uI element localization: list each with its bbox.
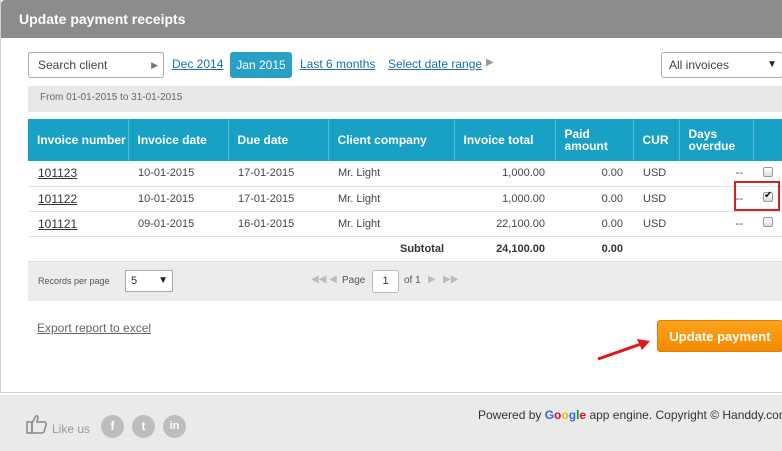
caret-down-icon: ▼ bbox=[158, 275, 168, 286]
table-row: 101121 09-01-2015 16-01-2015 Mr. Light 2… bbox=[28, 211, 782, 237]
subtotal-total: 24,100.00 bbox=[496, 242, 545, 255]
overdue-cell: -- bbox=[679, 211, 753, 237]
google-logo: Google bbox=[544, 408, 587, 422]
chevron-right-icon: ▶ bbox=[151, 60, 158, 70]
period-dec-2014[interactable]: Dec 2014 bbox=[172, 57, 223, 71]
payment-panel: Update payment receipts Search client ▶ … bbox=[0, 0, 782, 393]
table-row: 101123 10-01-2015 17-01-2015 Mr. Light 1… bbox=[28, 161, 782, 187]
select-date-range-link[interactable]: Select date range bbox=[388, 57, 482, 71]
currency-cell: USD bbox=[633, 211, 679, 237]
powered-suffix: app engine. Copyright © Handdy.com bbox=[586, 408, 782, 422]
subtotal-label: Subtotal bbox=[400, 242, 444, 255]
records-per-page-select[interactable]: 5 ▼ bbox=[125, 270, 173, 292]
header-invoice-number[interactable]: Invoice number bbox=[28, 119, 129, 161]
paid-cell: 0.00 bbox=[555, 186, 633, 212]
subtotal-row: Subtotal 24,100.00 0.00 bbox=[28, 236, 782, 261]
invoice-date-cell: 09-01-2015 bbox=[128, 211, 228, 237]
table-header-row: Invoice number Invoice date Due date Cli… bbox=[28, 119, 782, 161]
thumbs-up-icon[interactable] bbox=[26, 414, 48, 434]
header-paid-amount[interactable]: Paid amount bbox=[555, 119, 634, 161]
total-cell: 1,000.00 bbox=[454, 186, 555, 212]
paid-cell: 0.00 bbox=[555, 161, 633, 187]
records-per-page-value: 5 bbox=[131, 275, 138, 287]
twitter-icon[interactable]: t bbox=[132, 415, 155, 438]
subtotal-paid: 0.00 bbox=[601, 242, 623, 255]
invoice-filter-select[interactable]: All invoices ▼ bbox=[661, 52, 782, 78]
search-client-label: Search client bbox=[38, 58, 108, 72]
client-cell: Mr. Light bbox=[328, 186, 454, 212]
client-cell: Mr. Light bbox=[328, 161, 454, 187]
last-page-icon[interactable]: ▶▶ bbox=[443, 274, 458, 285]
toolbar: Search client ▶ Dec 2014 Jan 2015 Last 6… bbox=[28, 52, 782, 78]
first-page-icon[interactable]: ◀◀ bbox=[311, 274, 326, 285]
pagination-bar: Records per page 5 ▼ ◀◀ ◀ Page 1 of 1 ▶ … bbox=[28, 261, 782, 301]
powered-by-text: Powered by Google app engine. Copyright … bbox=[478, 408, 782, 422]
table-row: 101122 10-01-2015 17-01-2015 Mr. Light 1… bbox=[28, 186, 782, 212]
page-input[interactable]: 1 bbox=[372, 270, 399, 293]
invoice-link[interactable]: 101122 bbox=[38, 192, 77, 206]
total-cell: 22,100.00 bbox=[454, 211, 555, 237]
powered-prefix: Powered by bbox=[478, 408, 545, 422]
update-payment-button[interactable]: Update payment bbox=[657, 320, 782, 352]
due-date-cell: 16-01-2015 bbox=[228, 211, 328, 237]
due-date-cell: 17-01-2015 bbox=[228, 186, 328, 212]
due-date-cell: 17-01-2015 bbox=[228, 161, 328, 187]
currency-cell: USD bbox=[633, 186, 679, 212]
header-days-overdue[interactable]: Days overdue bbox=[679, 119, 754, 161]
period-jan-2015[interactable]: Jan 2015 bbox=[230, 52, 292, 78]
invoice-date-cell: 10-01-2015 bbox=[128, 161, 228, 187]
header-currency[interactable]: CUR bbox=[633, 119, 680, 161]
invoice-link[interactable]: 101121 bbox=[38, 217, 77, 231]
caret-down-icon: ▼ bbox=[767, 59, 777, 70]
row-checkbox[interactable] bbox=[763, 217, 773, 227]
invoice-filter-value: All invoices bbox=[669, 58, 730, 72]
paid-cell: 0.00 bbox=[555, 211, 633, 237]
header-invoice-total[interactable]: Invoice total bbox=[454, 119, 556, 161]
panel-title: Update payment receipts bbox=[1, 0, 782, 38]
client-cell: Mr. Light bbox=[328, 211, 454, 237]
invoice-table: Invoice number Invoice date Due date Cli… bbox=[28, 119, 782, 261]
page-label: Page bbox=[342, 275, 366, 286]
row-checkbox[interactable] bbox=[763, 166, 773, 177]
header-due-date[interactable]: Due date bbox=[228, 119, 329, 161]
annotation-highlight-box bbox=[734, 181, 780, 211]
header-client-company[interactable]: Client company bbox=[328, 119, 455, 161]
linkedin-icon[interactable]: in bbox=[163, 415, 186, 438]
footer: Like us f t in Powered by Google app eng… bbox=[0, 395, 782, 451]
header-select bbox=[753, 119, 782, 161]
invoice-date-cell: 10-01-2015 bbox=[128, 186, 228, 212]
chevron-right-icon: ▶ bbox=[486, 57, 494, 68]
prev-page-icon[interactable]: ◀ bbox=[329, 274, 337, 285]
next-page-icon[interactable]: ▶ bbox=[428, 274, 436, 285]
like-us-label: Like us bbox=[52, 422, 91, 436]
page-count: of 1 bbox=[404, 275, 421, 286]
invoice-link[interactable]: 101123 bbox=[38, 166, 77, 180]
search-client-dropdown[interactable]: Search client ▶ bbox=[28, 52, 164, 78]
total-cell: 1,000.00 bbox=[454, 161, 555, 187]
header-invoice-date[interactable]: Invoice date bbox=[128, 119, 229, 161]
records-per-page-label: Records per page bbox=[38, 276, 110, 286]
currency-cell: USD bbox=[633, 161, 679, 187]
period-last-6-months[interactable]: Last 6 months bbox=[300, 57, 375, 71]
export-excel-link[interactable]: Export report to excel bbox=[37, 321, 151, 335]
annotation-arrow-icon bbox=[597, 339, 650, 361]
date-range-text: From 01-01-2015 to 31-01-2015 bbox=[28, 86, 782, 112]
facebook-icon[interactable]: f bbox=[101, 415, 124, 438]
